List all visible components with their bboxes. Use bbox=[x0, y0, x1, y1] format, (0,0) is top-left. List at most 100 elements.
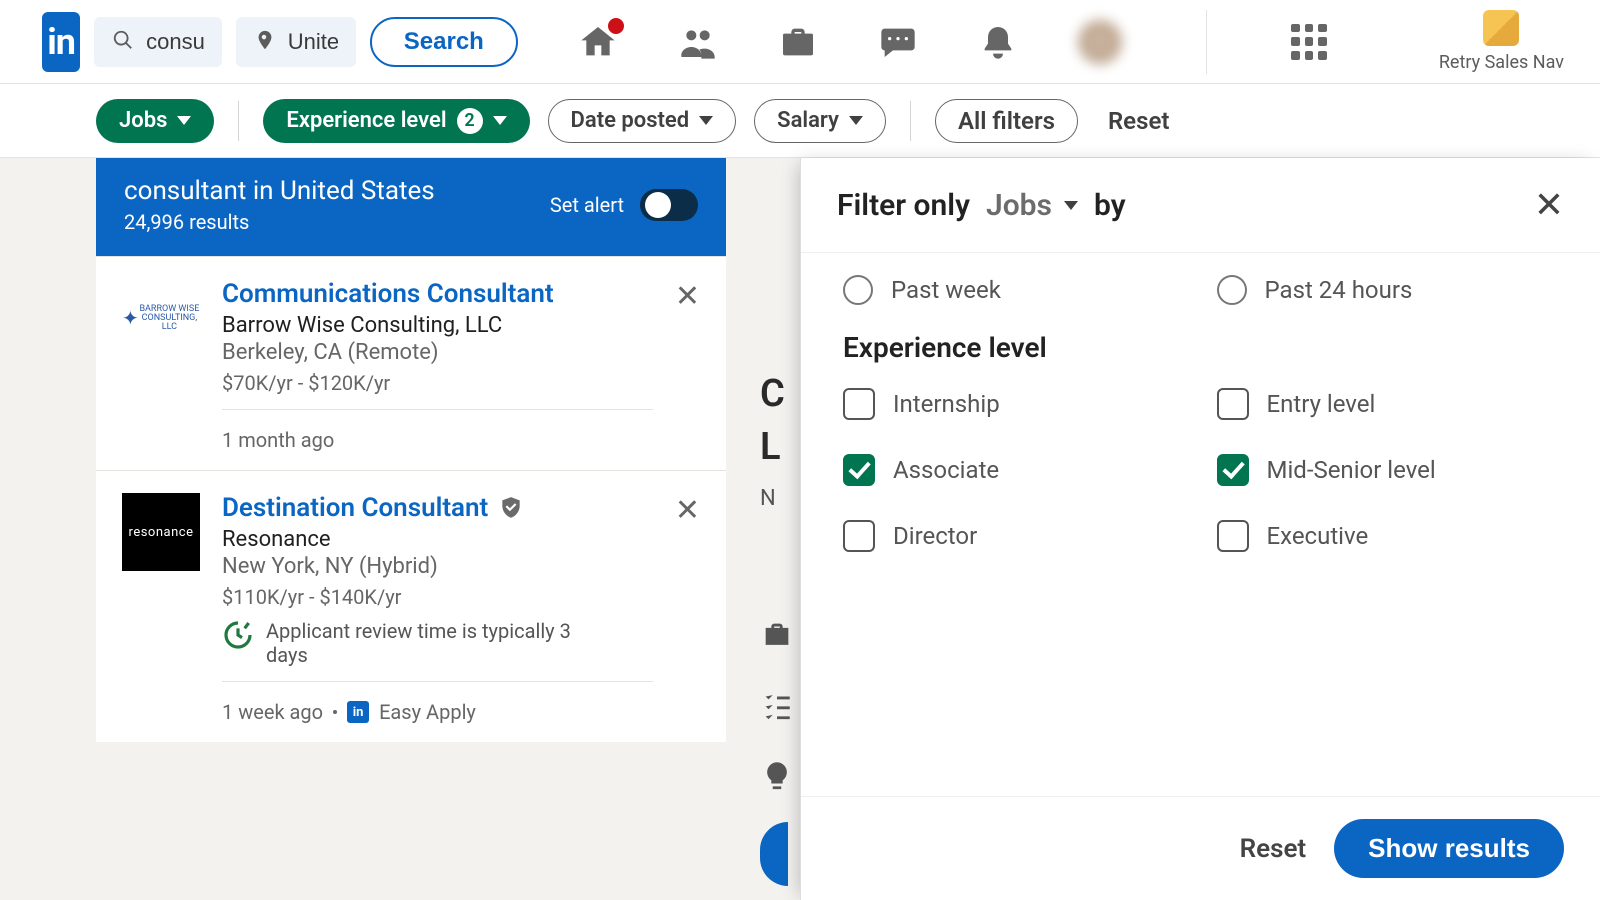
apply-button-peek bbox=[760, 822, 788, 886]
detail-meta-icons bbox=[760, 618, 794, 792]
check-internship[interactable]: Internship bbox=[843, 388, 1185, 420]
filter-salary-label: Salary bbox=[777, 108, 839, 133]
verified-icon bbox=[498, 495, 524, 521]
experience-level-heading: Experience level bbox=[843, 331, 1558, 364]
results-title: consultant in United States bbox=[124, 176, 435, 206]
chevron-down-icon bbox=[493, 116, 507, 125]
notifications-icon[interactable] bbox=[978, 22, 1018, 62]
job-title[interactable]: Communications Consultant bbox=[222, 279, 653, 309]
checkbox-checked-icon bbox=[843, 454, 875, 486]
results-count: 24,996 results bbox=[124, 210, 435, 234]
apps-grid-icon[interactable] bbox=[1291, 24, 1327, 60]
filter-panel-footer: Reset Show results bbox=[801, 796, 1600, 900]
notification-dot bbox=[606, 16, 626, 36]
reset-filters-link[interactable]: Reset bbox=[1108, 107, 1169, 135]
review-time-note: Applicant review time is typically 3 day… bbox=[222, 619, 602, 667]
filter-salary-pill[interactable]: Salary bbox=[754, 99, 886, 143]
company-logo: BARROW WISE CONSULTING, LLC bbox=[122, 279, 200, 357]
filter-bar: Jobs Experience level 2 Date posted Sala… bbox=[0, 84, 1600, 158]
job-card[interactable]: BARROW WISE CONSULTING, LLC Communicatio… bbox=[96, 256, 726, 470]
radio-icon bbox=[843, 275, 873, 305]
filter-date-posted-label: Date posted bbox=[571, 108, 690, 133]
job-card[interactable]: resonance Destination Consultant Resonan… bbox=[96, 470, 726, 742]
easy-apply-label: Easy Apply bbox=[379, 700, 476, 724]
checkbox-checked-icon bbox=[1217, 454, 1249, 486]
keyword-input[interactable] bbox=[146, 29, 204, 55]
chevron-down-icon bbox=[1064, 201, 1078, 210]
filter-experience-count: 2 bbox=[457, 108, 483, 134]
checkbox-icon bbox=[1217, 520, 1249, 552]
sales-nav-label: Retry Sales Nav bbox=[1439, 52, 1564, 73]
home-icon[interactable] bbox=[578, 22, 618, 62]
show-results-button[interactable]: Show results bbox=[1334, 819, 1564, 878]
filter-entity-selector[interactable]: Jobs bbox=[986, 188, 1078, 223]
job-location: Berkeley, CA (Remote) bbox=[222, 340, 653, 365]
location-input[interactable] bbox=[288, 29, 338, 55]
filter-jobs-label: Jobs bbox=[119, 108, 167, 133]
all-filters-button[interactable]: All filters bbox=[935, 99, 1078, 143]
lightbulb-icon bbox=[760, 758, 794, 792]
check-entry-level[interactable]: Entry level bbox=[1217, 388, 1559, 420]
filter-experience-label: Experience level bbox=[286, 108, 446, 133]
job-age: 1 month ago bbox=[222, 428, 334, 452]
all-filters-panel: Filter only Jobs by ✕ Past week Past 24 … bbox=[800, 158, 1600, 900]
clock-check-icon bbox=[222, 619, 254, 651]
messaging-icon[interactable] bbox=[878, 22, 918, 62]
job-company: Resonance bbox=[222, 527, 653, 552]
filter-jobs-pill[interactable]: Jobs bbox=[96, 99, 214, 143]
checkbox-icon bbox=[843, 388, 875, 420]
dismiss-job-icon[interactable]: ✕ bbox=[675, 493, 700, 528]
set-alert-label: Set alert bbox=[550, 193, 624, 217]
check-mid-senior[interactable]: Mid-Senior level bbox=[1217, 454, 1559, 486]
network-icon[interactable] bbox=[678, 22, 718, 62]
checkbox-icon bbox=[1217, 388, 1249, 420]
job-company: Barrow Wise Consulting, LLC bbox=[222, 313, 653, 338]
sales-nav-link[interactable]: Retry Sales Nav bbox=[1439, 10, 1564, 73]
profile-avatar[interactable] bbox=[1078, 20, 1122, 64]
filter-experience-pill[interactable]: Experience level 2 bbox=[263, 99, 529, 143]
filter-only-label: Filter only bbox=[837, 188, 970, 223]
radio-past-week[interactable]: Past week bbox=[843, 275, 1185, 305]
pin-icon bbox=[254, 29, 276, 55]
company-logo: resonance bbox=[122, 493, 200, 571]
results-header: consultant in United States 24,996 resul… bbox=[96, 158, 726, 256]
filter-separator bbox=[910, 101, 911, 141]
job-detail-peek: C L N bbox=[760, 368, 785, 515]
check-associate[interactable]: Associate bbox=[843, 454, 1185, 486]
linkedin-logo[interactable]: in bbox=[42, 12, 80, 72]
by-label: by bbox=[1094, 188, 1126, 223]
check-director[interactable]: Director bbox=[843, 520, 1185, 552]
top-nav: in Search bbox=[0, 0, 1600, 84]
jobs-icon[interactable] bbox=[778, 22, 818, 62]
job-location: New York, NY (Hybrid) bbox=[222, 554, 653, 579]
chevron-down-icon bbox=[849, 116, 863, 125]
search-button[interactable]: Search bbox=[370, 17, 518, 67]
job-age: 1 week ago bbox=[222, 700, 323, 724]
filter-separator bbox=[238, 101, 239, 141]
nav-icon-row: Retry Sales Nav bbox=[578, 10, 1564, 74]
close-panel-icon[interactable]: ✕ bbox=[1534, 184, 1564, 226]
set-alert-toggle[interactable] bbox=[640, 189, 698, 221]
checkbox-icon bbox=[843, 520, 875, 552]
location-box[interactable] bbox=[236, 17, 356, 67]
all-filters-label: All filters bbox=[958, 107, 1055, 135]
date-posted-options: Past week Past 24 hours bbox=[843, 275, 1558, 305]
panel-reset-button[interactable]: Reset bbox=[1240, 834, 1307, 864]
nav-separator bbox=[1206, 10, 1207, 74]
filter-date-posted-pill[interactable]: Date posted bbox=[548, 99, 737, 143]
check-executive[interactable]: Executive bbox=[1217, 520, 1559, 552]
job-title[interactable]: Destination Consultant bbox=[222, 493, 653, 523]
sales-nav-icon bbox=[1483, 10, 1519, 46]
dismiss-job-icon[interactable]: ✕ bbox=[675, 279, 700, 314]
chevron-down-icon bbox=[699, 116, 713, 125]
briefcase-icon bbox=[760, 618, 794, 652]
radio-past-24-hours[interactable]: Past 24 hours bbox=[1217, 275, 1559, 305]
checklist-icon bbox=[760, 688, 794, 722]
linkedin-badge-icon: in bbox=[347, 701, 369, 723]
job-salary: $70K/yr - $120K/yr bbox=[222, 371, 653, 395]
keyword-search-box[interactable] bbox=[94, 17, 222, 67]
results-column: consultant in United States 24,996 resul… bbox=[96, 158, 726, 900]
radio-icon bbox=[1217, 275, 1247, 305]
filter-panel-header: Filter only Jobs by ✕ bbox=[801, 158, 1600, 253]
experience-level-options: Internship Entry level Associate Mid-Sen… bbox=[843, 388, 1558, 552]
